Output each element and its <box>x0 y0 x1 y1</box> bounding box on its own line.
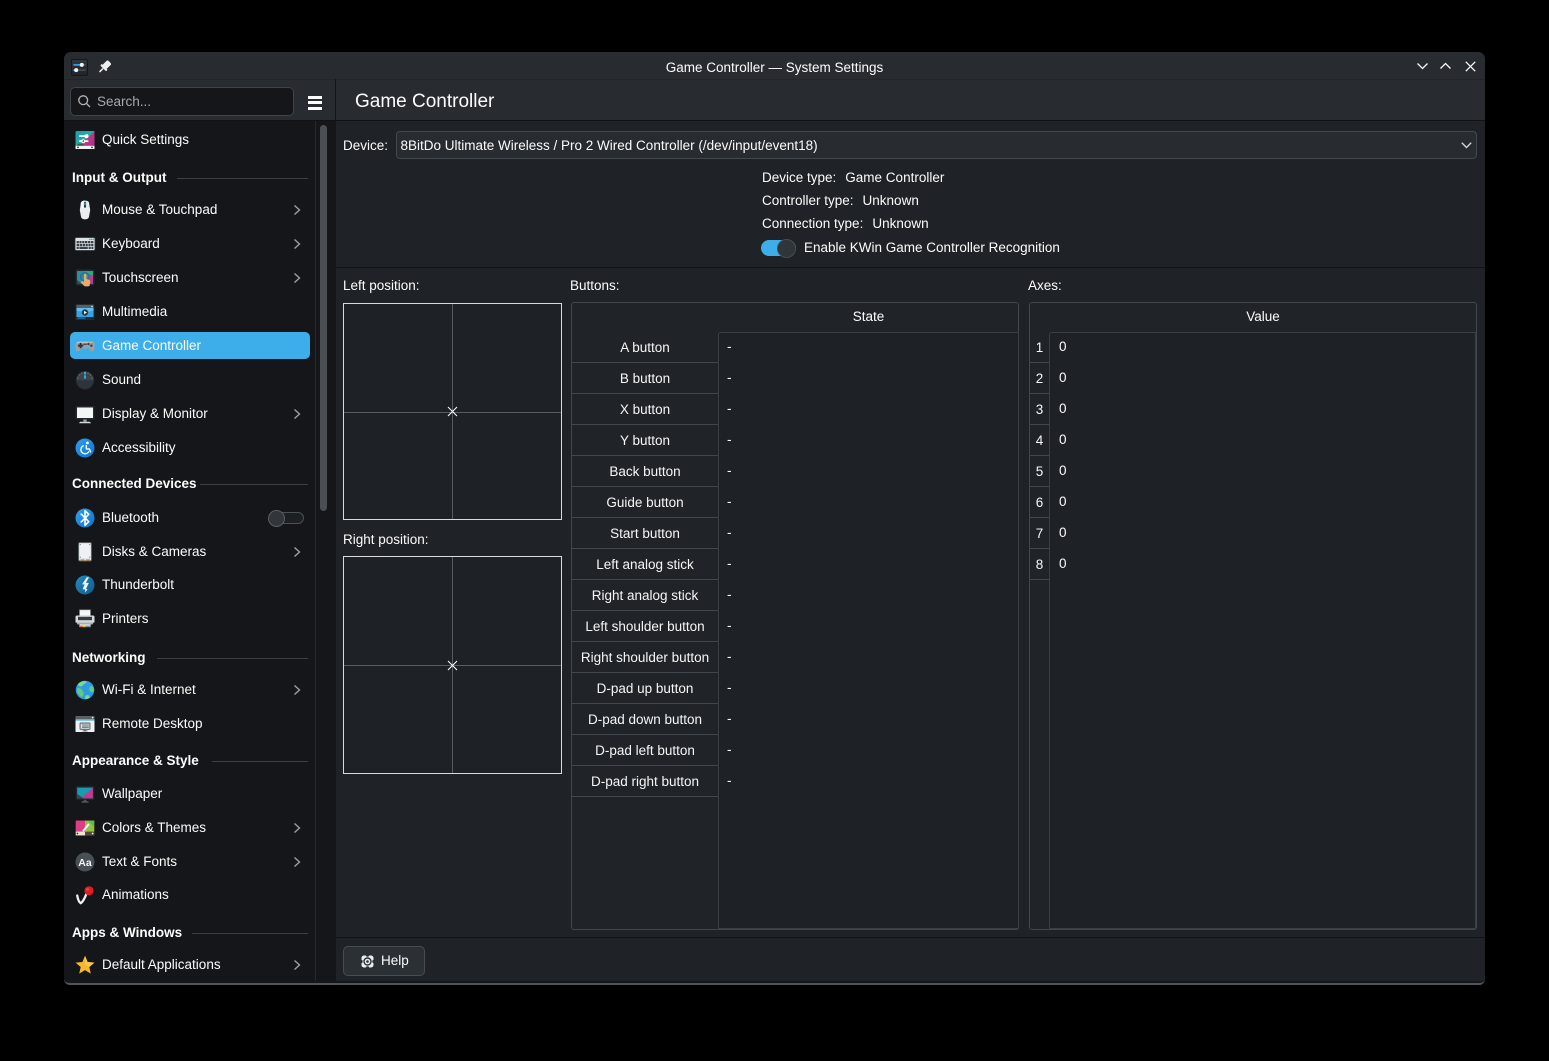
svg-text:Aa: Aa <box>78 857 92 869</box>
